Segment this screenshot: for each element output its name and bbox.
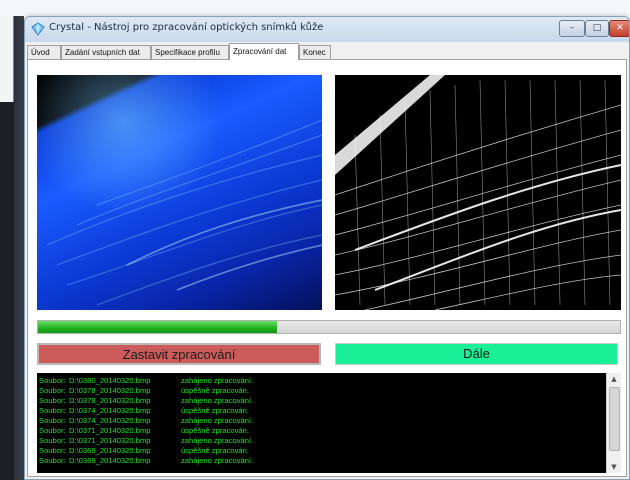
desktop-background-left [0, 16, 24, 480]
log-status: zahájeno zpracování. [181, 416, 254, 425]
tab-specifikace-profilu[interactable]: Specifikace profilu [151, 45, 229, 59]
app-window: Crystal - Nástroj pro zpracování optický… [24, 16, 630, 480]
log-label: Soubor: [39, 426, 66, 435]
log-line: Soubor: D:\0378_20140320.bmp zahájeno zpra… [39, 396, 253, 406]
log-line: Soubor: D:\0374_20140320.bmp úspěšně zprac… [39, 406, 253, 416]
log-label: Soubor: [39, 416, 66, 425]
log-line: Soubor: D:\0371_20140320.bmp zahájeno zpra… [39, 436, 253, 446]
log-scrollbar[interactable]: ▲ ▼ [606, 373, 621, 473]
log-status: úspěšně zpracován. [181, 426, 249, 435]
log-label: Soubor: [39, 446, 66, 455]
log-file: D:\0380_20140320.bmp [69, 376, 151, 385]
scroll-up-icon[interactable]: ▲ [607, 373, 621, 385]
log-file: D:\0369_20140320.bmp [69, 456, 151, 465]
minimize-button[interactable]: – [559, 20, 585, 37]
window-title: Crystal - Nástroj pro zpracování optický… [49, 22, 324, 33]
scroll-down-icon[interactable]: ▼ [607, 461, 621, 473]
log-label: Soubor: [39, 456, 66, 465]
maximize-button[interactable]: □ [585, 20, 609, 37]
processed-skin-image [335, 75, 621, 310]
progress-fill [38, 321, 277, 333]
log-status: zahájeno zpracování. [181, 436, 254, 445]
log-lines: Soubor: D:\0380_20140320.bmp zahájeno zpra… [39, 376, 253, 466]
log-line: Soubor: D:\0369_20140320.bmp zahájeno zpra… [39, 456, 253, 466]
log-label: Soubor: [39, 386, 66, 395]
original-skin-image [37, 75, 322, 310]
log-line: Soubor: D:\0380_20140320.bmp zahájeno zpra… [39, 376, 253, 386]
log-status: úspěšně zpracován. [181, 386, 249, 395]
stop-processing-button[interactable]: Zastavit zpracování [37, 343, 321, 365]
next-button[interactable]: Dále [335, 343, 618, 365]
log-line: Soubor: D:\0378_20140320.bmp úspěšně zprac… [39, 386, 253, 396]
processing-panel: Zastavit zpracování Dále Soubor: D:\0380_… [27, 59, 627, 477]
log-file: D:\0371_20140320.bmp [69, 426, 151, 435]
tab-konec[interactable]: Konec [299, 45, 331, 59]
crystal-app-icon [31, 22, 45, 36]
processing-log[interactable]: Soubor: D:\0380_20140320.bmp zahájeno zpra… [37, 373, 621, 473]
log-line: Soubor: D:\0374_20140320.bmp zahájeno zpra… [39, 416, 253, 426]
log-label: Soubor: [39, 406, 66, 415]
log-file: D:\0374_20140320.bmp [69, 416, 151, 425]
log-file: D:\0371_20140320.bmp [69, 436, 151, 445]
scroll-thumb[interactable] [609, 387, 620, 451]
log-status: zahájeno zpracování. [181, 396, 254, 405]
tab-uvod[interactable]: Úvod [27, 45, 61, 59]
log-label: Soubor: [39, 376, 66, 385]
log-status: úspěšně zpracován. [181, 446, 249, 455]
log-file: D:\0378_20140320.bmp [69, 386, 151, 395]
desktop-background [0, 0, 630, 16]
log-line: Soubor: D:\0371_20140320.bmp úspěšně zprac… [39, 426, 253, 436]
log-file: D:\0378_20140320.bmp [69, 396, 151, 405]
log-line: Soubor: D:\0369_20140320.bmp úspěšně zprac… [39, 446, 253, 456]
log-label: Soubor: [39, 436, 66, 445]
log-file: D:\0369_20140320.bmp [69, 446, 151, 455]
tab-zadani-vstupnich-dat[interactable]: Zadání vstupních dat [61, 45, 151, 59]
log-status: zahájeno zpracování. [181, 456, 254, 465]
log-status: úspěšně zpracován. [181, 406, 249, 415]
log-file: D:\0374_20140320.bmp [69, 406, 151, 415]
tab-zpracovani-dat[interactable]: Zpracování dat [229, 43, 299, 60]
progress-bar [37, 320, 621, 334]
log-status: zahájeno zpracování. [181, 376, 254, 385]
close-button[interactable]: ✕ [609, 20, 629, 37]
title-bar[interactable]: Crystal - Nástroj pro zpracování optický… [25, 17, 629, 42]
log-label: Soubor: [39, 396, 66, 405]
